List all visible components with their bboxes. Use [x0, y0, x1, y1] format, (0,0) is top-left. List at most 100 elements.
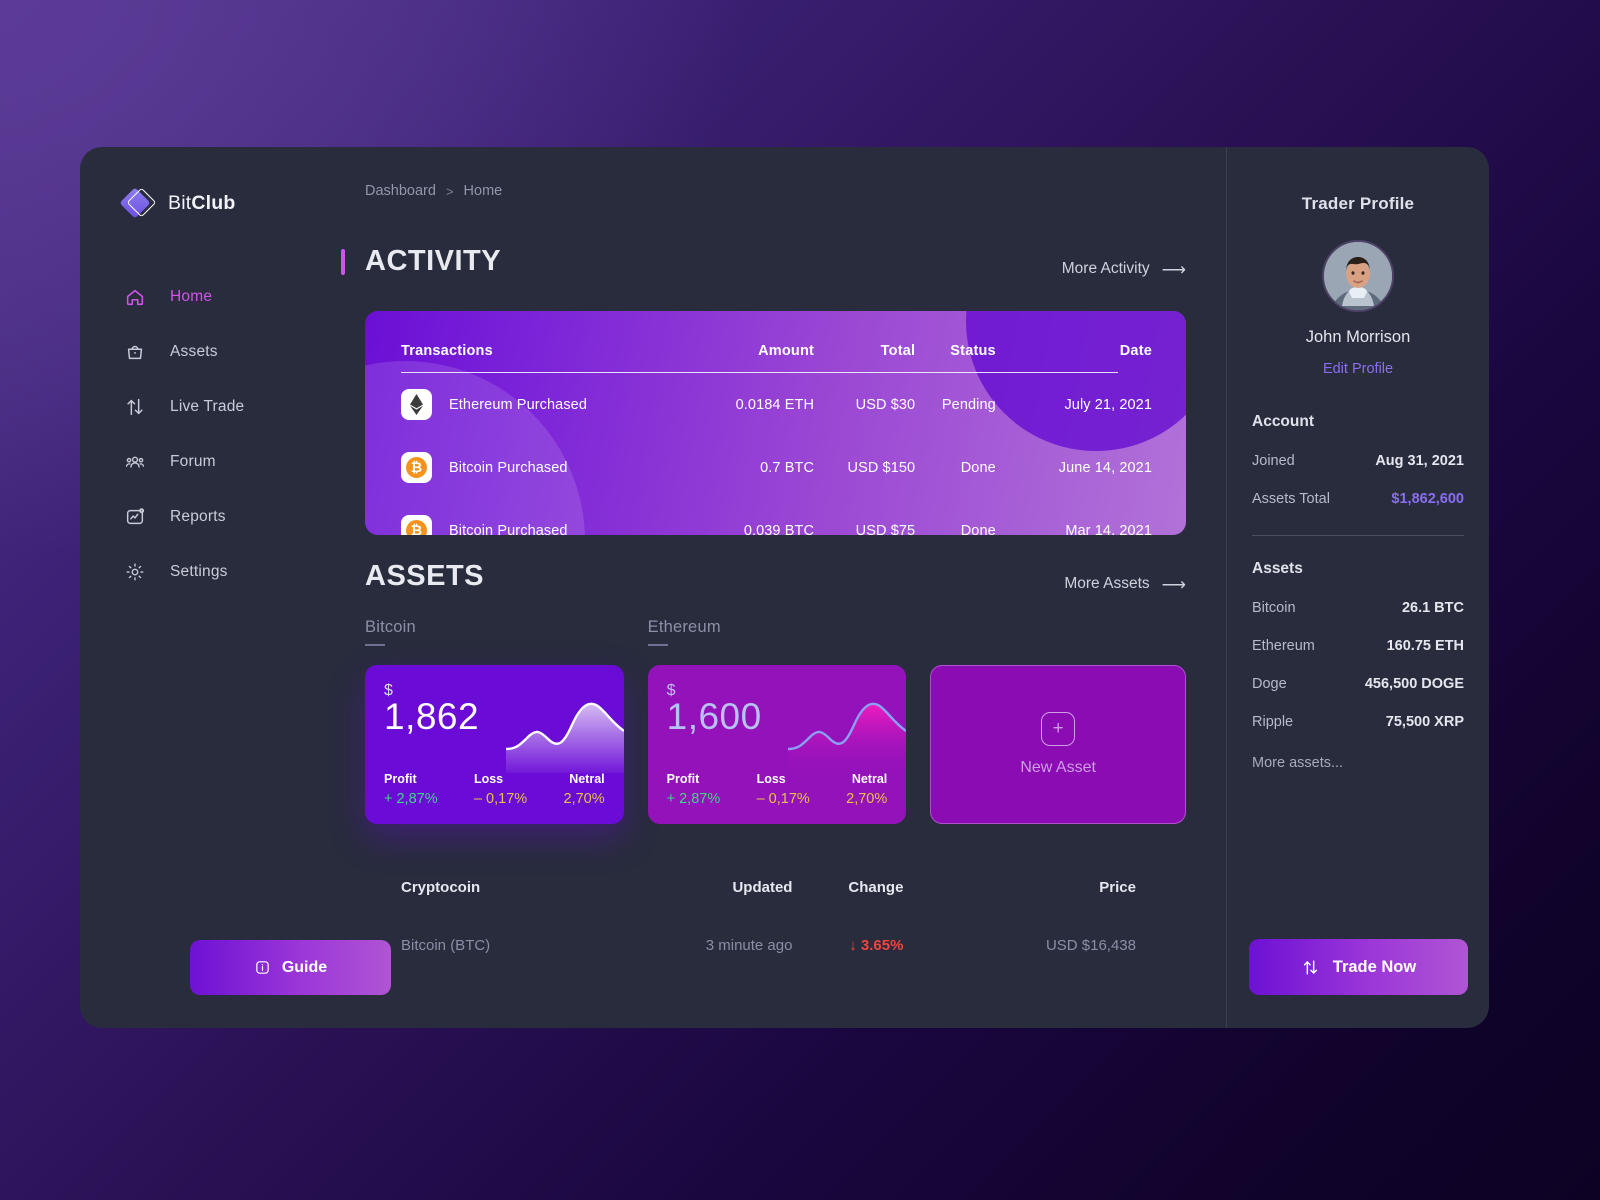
stat-profit: Profit + 2,87%	[667, 772, 721, 807]
transaction-amount: 0.039 BTC	[743, 522, 815, 536]
breadcrumb-current[interactable]: Home	[464, 183, 503, 199]
more-activity-link[interactable]: More Activity ⟶	[1062, 260, 1186, 278]
sidebar-item-forum[interactable]: Forum	[80, 434, 365, 489]
arrows-up-down-icon	[1301, 958, 1320, 977]
title-underline	[647, 644, 668, 646]
sidebar-item-live-trade[interactable]: Live Trade	[80, 379, 365, 434]
brand-name-bold: Club	[191, 192, 236, 214]
stat-label: Loss	[756, 772, 786, 786]
profile-asset-row: Doge 456,500 DOGE	[1252, 676, 1464, 692]
transaction-date: Mar 14, 2021	[1065, 522, 1152, 536]
gear-icon	[124, 561, 170, 583]
stat-profit: Profit + 2,87%	[384, 772, 438, 807]
transaction-date: July 21, 2021	[1064, 396, 1152, 413]
account-section-header: Account	[1252, 413, 1314, 430]
sidebar-item-assets[interactable]: Assets	[80, 324, 365, 379]
asset-amount: 456,500 DOGE	[1364, 676, 1464, 692]
asset-stats-ethereum: Profit + 2,87% Loss – 0,17% Netral 2,70%	[667, 772, 888, 807]
assets-title: ASSETS	[365, 560, 485, 592]
coin-change: 3.65%	[860, 937, 904, 954]
asset-name: Ethereum	[1252, 638, 1315, 654]
sidebar-item-reports[interactable]: Reports	[80, 489, 365, 544]
coin-price: USD $16,438	[1045, 937, 1136, 954]
table-row[interactable]: ₿ Bitcoin Purchased 0.7 BTC USD $150 Don…	[365, 436, 1186, 499]
asset-stats-bitcoin: Profit + 2,87% Loss – 0,17% Netral 2,70%	[384, 772, 605, 807]
stat-label: Netral	[569, 772, 605, 786]
breadcrumb-separator: >	[445, 183, 454, 199]
assets-total-label: Assets Total	[1252, 491, 1330, 507]
status-badge: Pending	[941, 396, 996, 413]
stat-value: 2,70%	[563, 791, 605, 807]
transaction-name: Bitcoin Purchased	[449, 522, 568, 536]
status-badge: Done	[960, 459, 996, 476]
status-badge: Done	[960, 522, 996, 536]
account-joined-row: Joined Aug 31, 2021	[1252, 453, 1464, 469]
brand-logo[interactable]: BitClub	[80, 187, 365, 219]
asset-card-ethereum[interactable]: $ 1,600 Profit + 2,87% Loss – 0,17% Netr…	[647, 665, 907, 824]
guide-button-label: Guide	[281, 958, 328, 976]
sidebar-item-label: Assets	[170, 342, 218, 360]
guide-button[interactable]: Guide	[190, 940, 391, 995]
new-asset-button[interactable]: + New Asset	[930, 665, 1186, 824]
table-header-row: Transactions Amount Total Status Date	[365, 311, 1186, 372]
bag-icon	[124, 341, 170, 363]
assets-header: ASSETS More Assets ⟶	[365, 560, 1186, 593]
trade-now-button[interactable]: Trade Now	[1249, 939, 1468, 995]
more-assets-link[interactable]: More Assets ⟶	[1064, 575, 1186, 593]
trade-now-label: Trade Now	[1332, 957, 1417, 976]
app-window: BitClub Home Assets Live Trade Forum Rep…	[80, 147, 1489, 1028]
asset-amount: 160.75 ETH	[1386, 638, 1464, 654]
sidebar-item-home[interactable]: Home	[80, 269, 365, 324]
plus-icon: +	[1041, 712, 1076, 746]
edit-profile-link[interactable]: Edit Profile	[1252, 361, 1464, 377]
info-icon	[254, 959, 271, 976]
stat-label: Profit	[666, 772, 700, 786]
main-content: Dashboard > Home ACTIVITY More Activity …	[341, 147, 1226, 1028]
avatar-container	[1252, 240, 1464, 312]
asset-column-ethereum: Ethereum $ 1,600 Profit + 2,87% Loss – 0…	[647, 618, 907, 824]
coin-updated: 3 minute ago	[705, 937, 793, 954]
asset-amount: 75,500 XRP	[1385, 714, 1464, 730]
column-header-amount: Amount	[758, 343, 815, 359]
stat-value: – 0,17%	[473, 791, 528, 807]
profile-title: Trader Profile	[1301, 194, 1415, 213]
diamond-logo-icon	[119, 187, 157, 219]
table-row[interactable]: Ethereum Purchased 0.0184 ETH USD $30 Pe…	[365, 373, 1186, 436]
coin-name: Bitcoin (BTC)	[401, 937, 491, 954]
trader-profile-panel: Trader Profile John Morrison Edit Profil…	[1226, 147, 1489, 1028]
arrow-right-icon: ⟶	[1161, 574, 1186, 594]
column-header-transactions: Transactions	[401, 343, 493, 359]
transaction-total: USD $150	[847, 459, 916, 476]
profile-name: John Morrison	[1305, 328, 1411, 346]
column-header-total: Total	[880, 343, 916, 359]
asset-card-title: Ethereum	[647, 618, 721, 636]
more-assets-link-profile[interactable]: More assets...	[1252, 755, 1464, 771]
brand-name-light: Bit	[168, 192, 192, 214]
table-row[interactable]: ₿ Bitcoin Purchased 0.039 BTC USD $75 Do…	[365, 499, 1186, 535]
activity-table-card: Transactions Amount Total Status Date Et…	[365, 311, 1186, 535]
people-icon	[124, 451, 170, 473]
breadcrumb-root[interactable]: Dashboard	[365, 183, 436, 199]
home-icon	[124, 286, 170, 308]
asset-name: Doge	[1252, 676, 1287, 692]
bitcoin-icon: ₿	[401, 515, 432, 535]
column-header-price: Price	[1099, 879, 1136, 896]
asset-card-bitcoin[interactable]: $ 1,862 Profit + 2,87% Loss – 0,17% Netr…	[365, 665, 624, 824]
asset-amount: 26.1 BTC	[1401, 600, 1464, 616]
transaction-date: June 14, 2021	[1058, 459, 1152, 476]
asset-name: Ripple	[1252, 714, 1294, 730]
sparkline-chart-ethereum	[788, 687, 907, 773]
asset-cards-row: Bitcoin $ 1,862 Profit + 2,87% Loss – 0,…	[365, 618, 1186, 824]
sidebar-item-settings[interactable]: Settings	[80, 544, 365, 599]
avatar[interactable]	[1322, 240, 1394, 312]
asset-name: Bitcoin	[1252, 600, 1296, 616]
transaction-total: USD $75	[855, 522, 916, 536]
table-row[interactable]: Bitcoin (BTC) 3 minute ago ↓ 3.65% USD $…	[365, 896, 1186, 954]
stat-netral: Netral 2,70%	[564, 772, 605, 807]
new-asset-label: New Asset	[1020, 759, 1096, 776]
table-header-row: Cryptocoin Updated Change Price	[365, 879, 1186, 896]
stat-loss: Loss – 0,17%	[474, 772, 527, 807]
arrows-up-down-icon	[124, 396, 170, 418]
profile-asset-row: Bitcoin 26.1 BTC	[1252, 600, 1464, 616]
sidebar-item-label: Reports	[170, 507, 226, 525]
